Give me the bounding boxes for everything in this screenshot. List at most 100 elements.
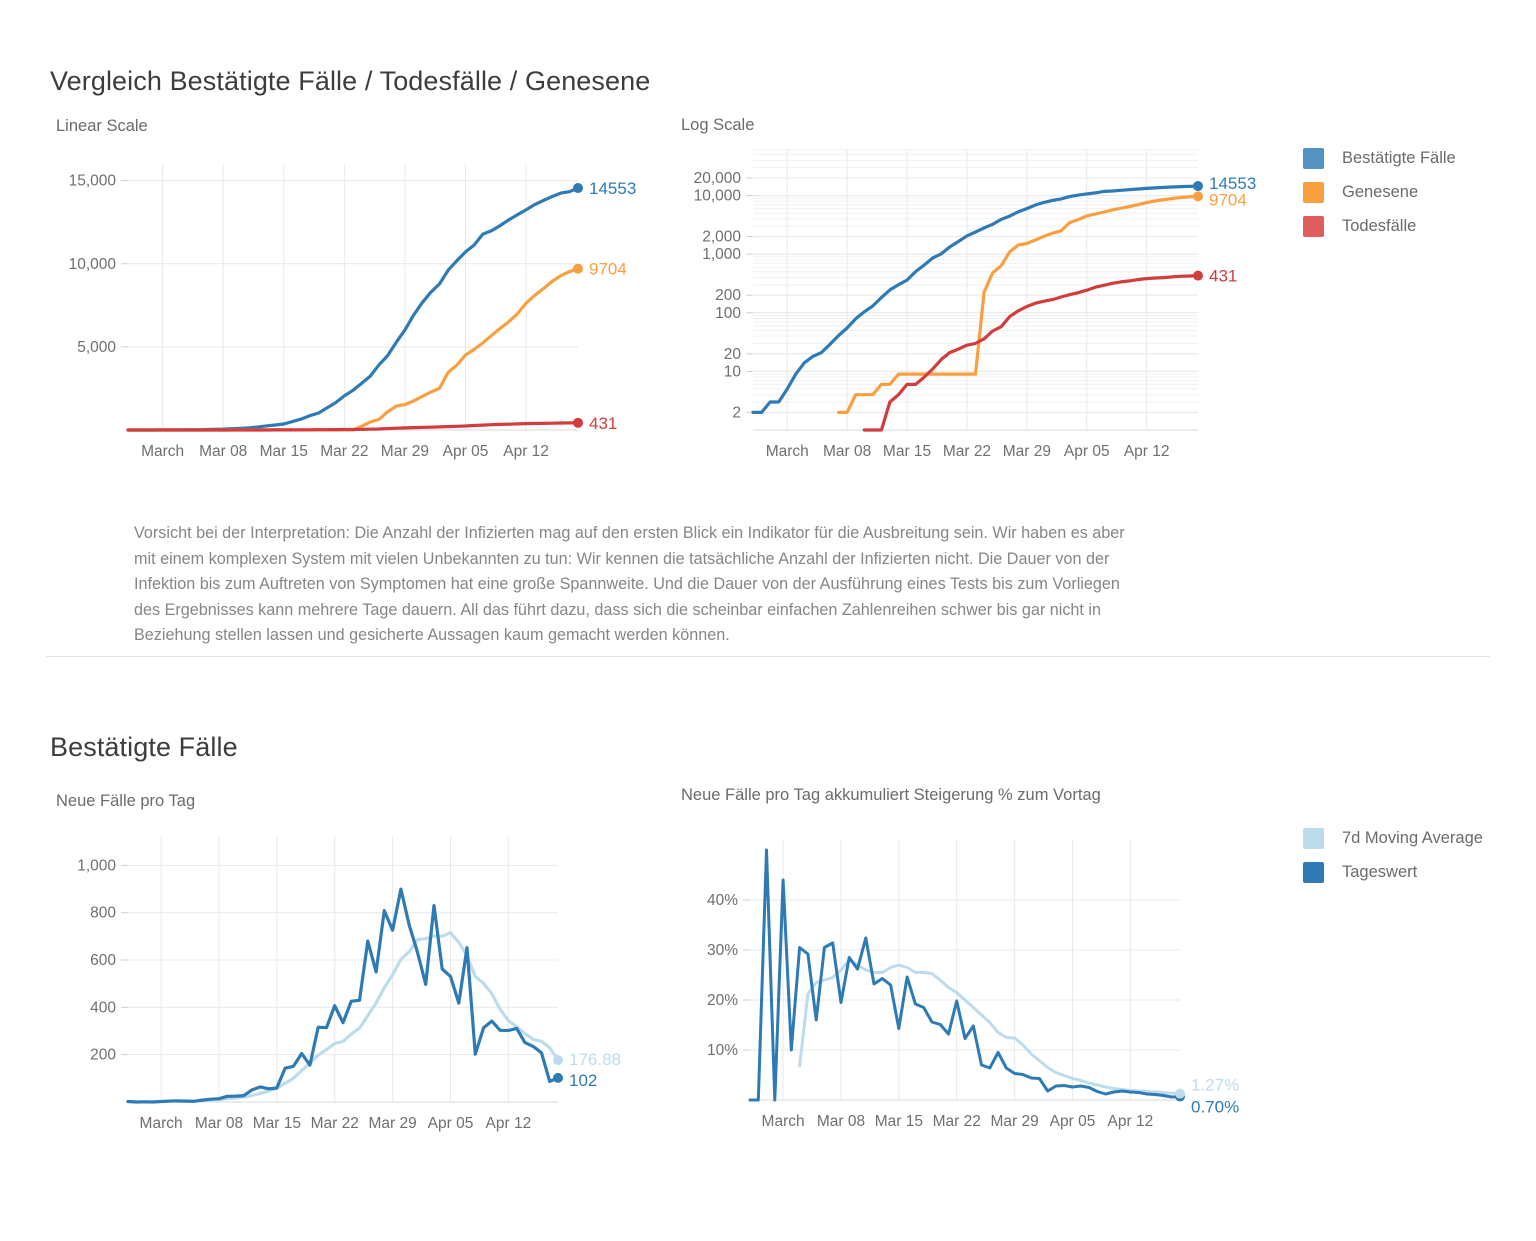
x-axis-tick-label: Mar 29 [1003,443,1051,460]
series-line [126,421,580,432]
x-axis-tick-label: Mar 22 [320,443,368,460]
x-axis-tick-label: Mar 29 [368,1115,416,1132]
y-axis-tick-label: 800 [90,905,116,922]
x-axis-tick-label: Apr 12 [1124,443,1170,460]
series-line [748,848,1182,1102]
series-end-label: 176.88 [569,1050,621,1069]
page-title-confirmed-cases: Bestätigte Fälle [50,732,238,763]
x-axis-tick-label: Apr 12 [503,443,549,460]
y-axis-tick-label: 15,000 [69,173,117,190]
increase-percent-caption: Neue Fälle pro Tag akkumuliert Steigerun… [681,786,1101,804]
legend-label: Genesene [1342,182,1419,201]
daily-increase-percent-svg: 10% 20% 30% 40% March Mar 08 Mar 15 Mar 22 Mar 2… [707,840,1239,1130]
confirmed-legend-item[interactable]: Tageswert [1303,861,1483,883]
y-axis-tick-label: 10% [707,1042,738,1059]
series-line [126,186,580,432]
series-end-marker [1193,181,1203,192]
x-axis-tick-label: March [140,1115,183,1132]
log-scale-chart[interactable]: 2 10 20 100 200 1,000 2,000 10,000 20,000 March Ma… [678,140,1298,485]
y-axis-tick-label: 30% [707,942,738,959]
legend-label: 7d Moving Average [1342,828,1483,847]
x-axis-tick-label: March [762,1113,805,1130]
series-end-label: 102 [569,1071,597,1090]
x-axis-tick-label: Mar 08 [195,1115,243,1132]
log-scale-caption: Log Scale [681,116,755,134]
series-end-label: 1.27% [1191,1076,1239,1095]
x-axis-tick-label: Mar 15 [253,1115,301,1132]
legend-label: Bestätigte Fälle [1342,148,1456,167]
new-cases-caption: Neue Fälle pro Tag [56,792,196,810]
x-axis-tick-label: Apr 05 [1064,443,1110,460]
dashboard-page: Vergleich Bestätigte Fälle / Todesfälle … [0,0,1536,1241]
y-axis-tick-label: 200 [90,1047,116,1064]
y-axis-tick-label: 20,000 [694,170,742,187]
daily-increase-percent-chart[interactable]: 10% 20% 30% 40% March Mar 08 Mar 15 Mar 22 Mar 2… [678,808,1298,1158]
y-axis-tick-label: 20% [707,992,738,1009]
section-divider [46,656,1490,657]
y-axis-tick-label: 40% [707,892,738,909]
legend-color-swatch [1303,181,1324,203]
x-axis-tick-label: Mar 15 [883,443,931,460]
y-axis-tick-label: 2 [732,404,741,421]
y-axis-tick-label: 5,000 [77,339,116,356]
new-cases-per-day-chart[interactable]: 200 400 600 800 1,000 March Mar 08 Mar 15 Mar 22… [50,812,670,1157]
series-end-marker [1193,191,1203,202]
legend-label: Todesfälle [1342,216,1417,235]
y-axis-tick-label: 200 [715,287,741,304]
x-axis-tick-label: Mar 08 [817,1113,865,1130]
legend-color-swatch [1303,147,1324,169]
x-axis-tick-label: Apr 05 [428,1115,474,1132]
series-line [176,931,560,1103]
linear-scale-svg: 5,000 10,000 15,000 March Mar 08 Mar 15 Mar 22… [69,164,636,460]
comparison-legend-item[interactable]: Todesfälle [1303,215,1456,237]
x-axis-tick-label: Mar 29 [990,1113,1038,1130]
x-axis-tick-label: Apr 05 [443,443,489,460]
x-axis-tick-label: Apr 05 [1050,1113,1096,1130]
x-axis-tick-label: Apr 12 [486,1115,532,1132]
y-axis-tick-label: 1,000 [702,246,741,263]
y-axis-tick-label: 10,000 [69,256,117,273]
confirmed-legend-item[interactable]: 7d Moving Average [1303,827,1483,849]
series-end-label: 9704 [1209,190,1247,209]
y-axis-tick-label: 20 [724,346,742,363]
legend-label: Tageswert [1342,862,1418,881]
legend-color-swatch [1303,827,1324,849]
x-axis-tick-label: Mar 22 [311,1115,359,1132]
log-scale-svg: 2 1020 100200 1,0002,000 10,00020,000 March Ma… [694,149,1256,460]
x-axis-tick-label: Mar 15 [260,443,308,460]
x-axis-tick-label: Mar 22 [943,443,991,460]
legend-color-swatch [1303,215,1324,237]
x-axis-tick-label: March [766,443,809,460]
series-end-marker [573,417,583,428]
comparison-legend: Bestätigte Fälle Genesene Todesfälle [1303,147,1456,250]
x-axis-tick-label: March [141,443,184,460]
page-title-comparison: Vergleich Bestätigte Fälle / Todesfälle … [50,66,651,97]
series-end-label: 431 [589,414,617,433]
series-end-label: 431 [1209,267,1237,286]
series-end-marker [553,1072,563,1083]
y-axis-tick-label: 100 [715,305,741,322]
series-end-marker [1193,270,1203,281]
series-end-label: 0.70% [1191,1098,1239,1117]
linear-scale-chart[interactable]: 5,000 10,000 15,000 March Mar 08 Mar 15 Mar 22… [50,140,670,485]
interpretation-note: Vorsicht bei der Interpretation: Die Anz… [134,524,1125,645]
series-end-marker [553,1055,563,1066]
x-axis-tick-label: Mar 22 [933,1113,981,1130]
series-end-marker [573,183,583,194]
comparison-legend-item[interactable]: Bestätigte Fälle [1303,147,1456,169]
x-axis-tick-label: Mar 08 [823,443,871,460]
x-axis-tick-label: Apr 12 [1108,1113,1154,1130]
legend-color-swatch [1303,861,1324,883]
x-axis-tick-label: Mar 08 [199,443,247,460]
y-axis-tick-label: 10 [724,363,742,380]
x-axis-tick-label: Mar 29 [381,443,429,460]
y-axis-tick-label: 2,000 [702,229,741,246]
linear-scale-caption: Linear Scale [56,117,148,135]
y-axis-tick-label: 10,000 [694,188,742,205]
series-end-marker [573,263,583,274]
comparison-legend-item[interactable]: Genesene [1303,181,1456,203]
series-line [126,267,580,432]
confirmed-cases-legend: 7d Moving Average Tageswert [1303,827,1483,896]
y-axis-tick-label: 1,000 [77,857,116,874]
series-end-label: 9704 [589,260,627,279]
